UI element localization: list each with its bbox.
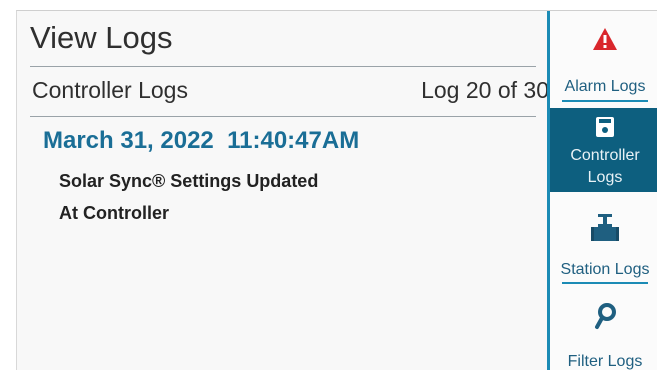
divider <box>30 66 536 67</box>
page-title: View Logs <box>30 20 173 55</box>
valve-icon <box>590 213 620 250</box>
log-counter: Log 20 of 30 <box>421 77 549 103</box>
sidebar-item-alarm-logs[interactable]: Alarm Logs <box>550 11 657 103</box>
sidebar-item-label: Controller Logs <box>550 145 657 189</box>
controller-icon <box>595 116 615 143</box>
sidebar-item-label-line1: Controller <box>570 147 640 164</box>
search-icon <box>594 302 618 335</box>
sidebar-item-controller-logs[interactable]: Controller Logs <box>550 108 657 192</box>
section-label: Controller Logs <box>32 77 188 103</box>
log-entry-description: Solar Sync® Settings Updated <box>59 171 319 191</box>
sidebar-item-label: Alarm Logs <box>564 78 646 95</box>
divider <box>30 116 536 117</box>
log-screen: View Logs Controller Logs Log 20 of 30 M… <box>16 10 657 370</box>
sidebar-item-label: Filter Logs <box>567 353 643 370</box>
sidebar-item-label-line2: Logs <box>587 169 623 186</box>
sidebar-item-station-logs[interactable]: Station Logs <box>550 201 657 293</box>
log-entry-date: March 31, 2022 11:40:47AM <box>43 127 360 154</box>
alarm-icon <box>592 27 618 56</box>
sidebar-item-filter-logs[interactable]: Filter Logs <box>550 293 657 370</box>
sidebar: Alarm Logs Controller Logs Station Logs … <box>547 11 657 370</box>
divider <box>562 282 648 284</box>
main-panel: View Logs Controller Logs Log 20 of 30 M… <box>17 11 549 370</box>
divider <box>562 100 648 102</box>
sidebar-item-label: Station Logs <box>560 261 650 278</box>
log-entry-source: At Controller <box>59 203 169 223</box>
